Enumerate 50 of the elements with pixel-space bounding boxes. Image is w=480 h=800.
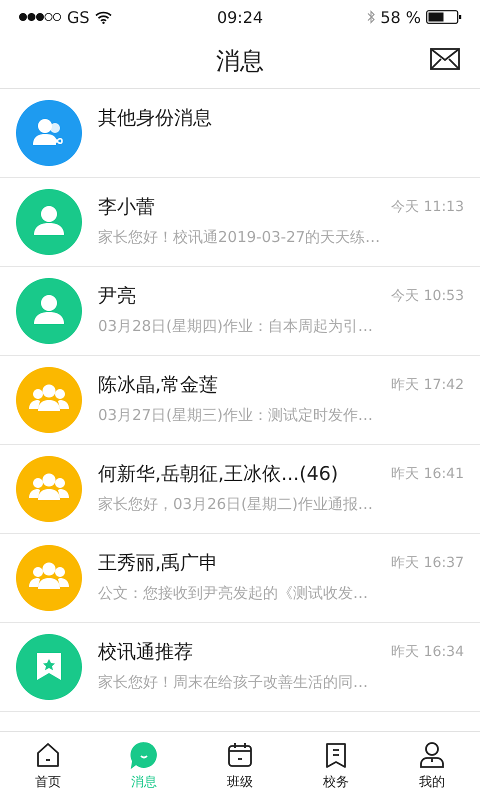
signal-icon: [18, 12, 62, 22]
message-row[interactable]: 校讯通推荐 昨天 16:34 家长您好！周末在给孩子改善生活的同…: [0, 623, 480, 712]
message-time: 昨天 16:37: [391, 554, 464, 572]
message-row[interactable]: 尹亮 今天 10:53 03月28日(星期四)作业：自本周起为引…: [0, 267, 480, 356]
message-preview: 家长您好！周末在给孩子改善生活的同…: [98, 673, 369, 692]
message-row[interactable]: 王秀丽,禹广申 昨天 16:37 公文：您接收到尹亮发起的《测试收发…: [0, 534, 480, 623]
message-row[interactable]: 陈冰晶,常金莲 昨天 17:42 03月27日(星期三)作业：测试定时发作…: [0, 356, 480, 445]
message-time: 昨天 16:41: [391, 465, 464, 483]
tab-item[interactable]: 首页: [0, 732, 96, 800]
message-preview: 03月28日(星期四)作业：自本周起为引…: [98, 317, 374, 336]
contact-name: 校讯通推荐: [98, 640, 193, 665]
tab-item[interactable]: 班级: [192, 732, 288, 800]
message-preview: 家长您好，03月26日(星期二)作业通报…: [98, 495, 374, 514]
contact-name: 何新华,岳朝征,王冰依...(46): [98, 462, 338, 487]
message-preview: 公文：您接收到尹亮发起的《测试收发…: [98, 584, 369, 603]
person-avatar-icon: [16, 278, 82, 344]
message-row[interactable]: 李小蕾 今天 11:13 家长您好！校讯通2019-03-27的天天练…: [0, 178, 480, 267]
contact-name: 陈冰晶,常金莲: [98, 373, 218, 398]
message-time: 今天 11:13: [391, 198, 464, 216]
message-time: 昨天 16:34: [391, 643, 464, 661]
contact-name: 王秀丽,禹广申: [98, 551, 218, 576]
person-avatar-icon: [16, 189, 82, 255]
message-time: 昨天 17:42: [391, 376, 464, 394]
contact-name: 其他身份消息: [98, 106, 212, 131]
message-preview: 03月27日(星期三)作业：测试定时发作…: [98, 406, 374, 425]
contact-name: 尹亮: [98, 284, 136, 309]
person-avatar-icon: [16, 100, 82, 166]
battery-icon: [426, 10, 462, 24]
contact-name: 李小蕾: [98, 195, 155, 220]
message-row[interactable]: 其他身份消息: [0, 89, 480, 178]
user-icon: [418, 741, 446, 769]
group-avatar-icon: [16, 545, 82, 611]
carrier-name: GS: [67, 8, 90, 26]
message-row[interactable]: 何新华,岳朝征,王冰依...(46) 昨天 16:41 家长您好，03月26日(星期二)作业通报…: [0, 445, 480, 534]
battery-percent: 58 %: [380, 8, 421, 26]
tab-item[interactable]: 校务: [288, 732, 384, 800]
status-time: 09:24: [216, 8, 264, 26]
calendar-icon: [226, 741, 254, 769]
message-preview: 家长您好！校讯通2019-03-27的天天练…: [98, 228, 382, 247]
mail-button[interactable]: [428, 46, 462, 72]
group-avatar-icon: [16, 456, 82, 522]
home-icon: [34, 741, 62, 769]
group-avatar-icon: [16, 367, 82, 433]
bluetooth-icon: [367, 10, 376, 24]
envelope-icon: [430, 48, 460, 70]
chat-icon: [130, 741, 158, 769]
message-time: 今天 10:53: [391, 287, 464, 305]
tab-item[interactable]: 我的: [384, 732, 480, 800]
wifi-icon: [94, 10, 112, 24]
page-title: 消息: [216, 46, 264, 77]
